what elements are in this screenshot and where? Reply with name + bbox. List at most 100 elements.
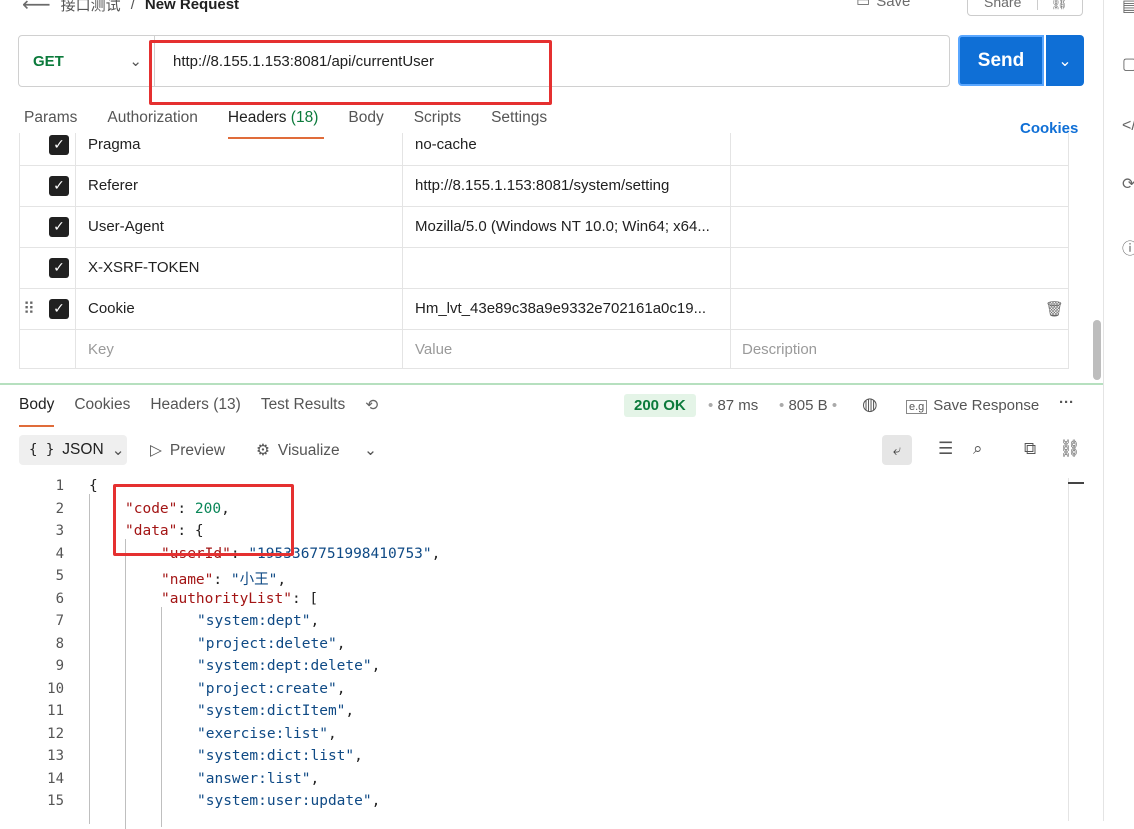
separator-dot: •: [779, 397, 785, 414]
tab-response-cookies[interactable]: Cookies: [74, 396, 130, 415]
wrap-icon[interactable]: ⤶: [882, 435, 912, 465]
line-number: 5: [55, 568, 64, 584]
format-value: JSON: [62, 441, 104, 458]
code-icon[interactable]: </: [1122, 117, 1134, 135]
save-label: Save: [876, 0, 911, 10]
link-icon[interactable]: ⛓: [1038, 0, 1080, 11]
pane-divider[interactable]: [0, 383, 1103, 385]
key-placeholder[interactable]: Key: [88, 329, 114, 370]
checkbox[interactable]: ✓: [49, 216, 69, 237]
header-value[interactable]: Hm_lvt_43e89c38a9e9332e702161a0c19...: [415, 288, 706, 329]
copy-icon[interactable]: ⧉: [1024, 439, 1036, 459]
header-key[interactable]: Referer: [88, 165, 138, 206]
code-line: "system:user:update",: [197, 793, 381, 809]
related-icon[interactable]: ⟳: [1122, 174, 1134, 194]
checkbox[interactable]: ✓: [49, 175, 69, 196]
example-icon: e.g: [906, 400, 928, 414]
header-value[interactable]: no-cache: [415, 124, 477, 165]
header-value[interactable]: http://8.155.1.153:8081/system/setting: [415, 165, 669, 206]
save-response-button[interactable]: e.g Save Response: [906, 397, 1039, 414]
json-value: "小王": [230, 572, 278, 588]
visualize-button[interactable]: ⚙ Visualize: [256, 441, 340, 460]
json-key: "name": [161, 572, 214, 588]
search-icon[interactable]: ⌕: [973, 439, 983, 459]
method-select[interactable]: GET ⌄: [19, 36, 155, 86]
scrollbar[interactable]: [1093, 320, 1101, 380]
line-number: 11: [47, 703, 64, 719]
drag-handle-icon[interactable]: ⠿: [23, 288, 35, 329]
description-placeholder[interactable]: Description: [742, 329, 817, 370]
info-icon[interactable]: ⓘ: [1122, 235, 1134, 259]
line-number: 2: [55, 501, 64, 517]
history-icon[interactable]: ⟲: [365, 396, 378, 415]
format-select[interactable]: { } JSON ⌄: [19, 435, 127, 465]
chevron-down-icon: ⌄: [1058, 52, 1072, 70]
tab-response-headers[interactable]: Headers (13): [150, 396, 240, 415]
line-number: 10: [47, 681, 64, 697]
page-title: New Request: [144, 0, 240, 13]
value-placeholder[interactable]: Value: [415, 329, 452, 370]
line-number: 7: [55, 613, 64, 629]
response-tabs: Body Cookies Headers (13) Test Results ⟲: [19, 396, 398, 427]
indent-guide: [125, 539, 126, 829]
save-button[interactable]: ▭ Save: [856, 0, 910, 10]
breadcrumb-parent[interactable]: 接口测试: [61, 0, 121, 15]
tab-response-body[interactable]: Body: [19, 396, 55, 427]
json-value: "project:delete": [197, 636, 337, 652]
checkbox[interactable]: ✓: [49, 298, 69, 319]
header-key[interactable]: X-XSRF-TOKEN: [88, 247, 199, 288]
chevron-down-icon[interactable]: ⌄: [364, 441, 377, 460]
more-icon[interactable]: ···: [1059, 394, 1074, 411]
chevron-down-icon: ⌄: [129, 53, 142, 70]
header-key[interactable]: Cookie: [88, 288, 135, 329]
braces-icon: { }: [29, 442, 55, 458]
separator-dot: •: [708, 397, 714, 414]
response-size: 805 B: [788, 397, 828, 414]
code-line: "project:delete",: [197, 636, 346, 652]
code-line: {: [89, 478, 98, 494]
comments-icon[interactable]: ▢: [1122, 54, 1134, 74]
editor-scroll-marker: [1068, 482, 1084, 484]
checkbox[interactable]: ✓: [49, 134, 69, 155]
share-label: Share: [968, 0, 1039, 10]
save-response-label: Save Response: [933, 397, 1040, 414]
header-value[interactable]: Mozilla/5.0 (Windows NT 10.0; Win64; x64…: [415, 206, 710, 247]
link-icon[interactable]: ⛓: [1059, 439, 1081, 459]
separator-dot: •: [831, 397, 838, 414]
line-number: 8: [55, 636, 64, 652]
json-value: "answer:list": [197, 771, 311, 787]
code-line: "system:dictItem",: [197, 703, 355, 719]
line-number: 1: [55, 478, 64, 494]
indent-guide: [161, 607, 162, 827]
editor-scrollbar-track[interactable]: [1068, 478, 1069, 821]
code-line: "system:dict:list",: [197, 748, 363, 764]
share-button[interactable]: Share ⛓: [967, 0, 1083, 16]
preview-icon: ▷: [150, 442, 162, 459]
line-number: 15: [47, 793, 64, 809]
preview-button[interactable]: ▷ Preview: [150, 441, 225, 460]
header-key[interactable]: User-Agent: [88, 206, 164, 247]
json-value: "system:dept:delete": [197, 658, 372, 674]
method-value: GET: [33, 52, 64, 70]
filter-icon[interactable]: ☰: [938, 439, 953, 459]
send-options-button[interactable]: ⌄: [1046, 35, 1084, 86]
tab-test-results[interactable]: Test Results: [261, 396, 345, 415]
trash-icon[interactable]: 🗑: [1045, 288, 1064, 329]
checkbox[interactable]: ✓: [49, 257, 69, 278]
sidebar-divider: [1103, 0, 1104, 821]
send-button[interactable]: Send: [958, 35, 1044, 86]
json-value: "project:create": [197, 681, 337, 697]
docs-icon[interactable]: ▤: [1122, 0, 1134, 16]
line-number: 4: [55, 546, 64, 562]
breadcrumb-separator: /: [130, 0, 135, 13]
line-number: 3: [55, 523, 64, 539]
code-line: "name": "小王",: [161, 572, 287, 588]
globe-icon[interactable]: ◍: [862, 394, 878, 415]
json-key: "authorityList": [161, 591, 292, 607]
table-row: ✓ User-Agent Mozilla/5.0 (Windows NT 10.…: [19, 206, 1069, 248]
header-key[interactable]: Pragma: [88, 124, 141, 165]
line-number: 14: [47, 771, 64, 787]
json-value: "system:dict:list": [197, 748, 355, 764]
table-row: ✓ X-XSRF-TOKEN: [19, 247, 1069, 289]
back-arrow-icon[interactable]: ⟵: [22, 0, 51, 17]
